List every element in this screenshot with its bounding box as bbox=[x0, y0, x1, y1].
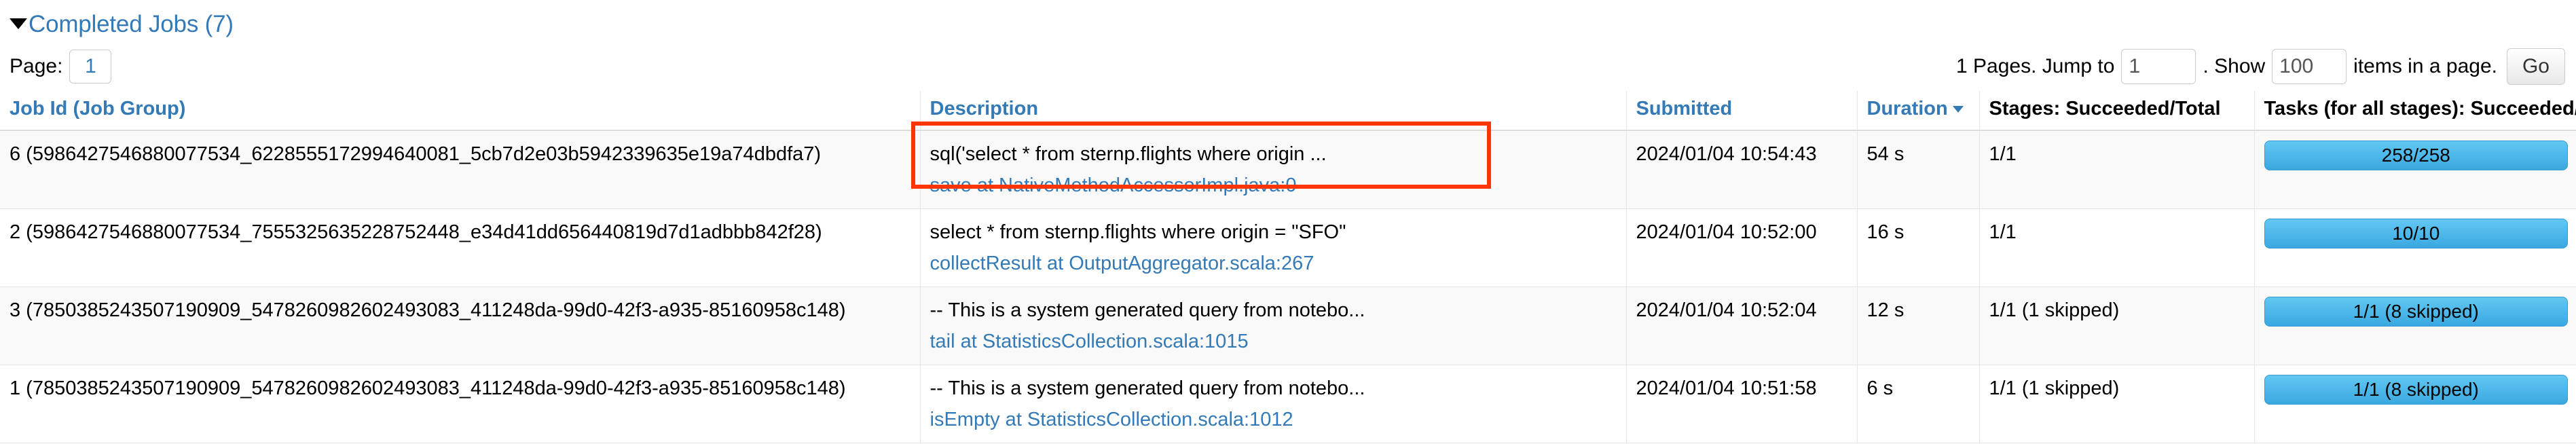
cell-stages: 1/1 (1 skipped) bbox=[1979, 365, 2254, 444]
description-link[interactable]: save at NativeMethodAccessorImpl.java:0 bbox=[930, 172, 1618, 199]
column-header-submitted[interactable]: Submitted bbox=[1625, 91, 1857, 131]
description-text: select * from sternp.flights where origi… bbox=[930, 221, 1346, 244]
cell-submitted: 2024/01/04 10:54:43 bbox=[1625, 130, 1857, 210]
show-label: . Show bbox=[2203, 55, 2266, 77]
items-per-page-input[interactable] bbox=[2272, 49, 2347, 84]
cell-description: sql('select * from sternp.flights where … bbox=[910, 122, 1626, 210]
column-header-stages: Stages: Succeeded/Total bbox=[1979, 91, 2254, 131]
cell-job-id: 2 (5986427546880077534_75553256352287524… bbox=[0, 208, 920, 288]
description-text: -- This is a system generated query from… bbox=[930, 299, 1365, 322]
tasks-progress-bar: 1/1 (8 skipped) bbox=[2264, 375, 2568, 405]
tasks-progress-bar: 1/1 (8 skipped) bbox=[2264, 297, 2568, 327]
caret-down-icon[interactable] bbox=[10, 18, 27, 29]
jump-to-page-input[interactable] bbox=[2121, 49, 2196, 84]
description-text: -- This is a system generated query from… bbox=[930, 377, 1365, 400]
table-header-row: Job Id (Job Group) Description Submitted… bbox=[0, 91, 2576, 131]
caret-down-icon bbox=[1952, 106, 1964, 113]
cell-tasks: 1/1 (8 skipped) bbox=[2253, 286, 2576, 366]
cell-job-id: 6 (5986427546880077534_62285551729946400… bbox=[0, 130, 920, 210]
column-header-duration[interactable]: Duration bbox=[1856, 91, 1979, 131]
page-title[interactable]: Completed Jobs (7) bbox=[29, 12, 234, 36]
cell-duration: 6 s bbox=[1856, 365, 1979, 444]
pagination-bar: Page: 1 1 Pages. Jump to . Show items in… bbox=[0, 42, 2576, 91]
column-header-description[interactable]: Description bbox=[919, 91, 1626, 131]
cell-stages: 1/1 bbox=[1979, 130, 2254, 210]
cell-submitted: 2024/01/04 10:52:04 bbox=[1625, 286, 1857, 366]
cell-stages: 1/1 (1 skipped) bbox=[1979, 286, 2254, 366]
cell-tasks: 10/10 bbox=[2253, 208, 2576, 288]
page-number-1-link[interactable]: 1 bbox=[69, 50, 112, 84]
table-row[interactable]: 2 (5986427546880077534_75553256352287524… bbox=[0, 208, 2576, 288]
total-pages-label: 1 Pages. Jump to bbox=[1955, 55, 2115, 77]
page-label: Page: bbox=[10, 55, 63, 77]
completed-jobs-table: Job Id (Job Group) Description Submitted… bbox=[0, 91, 2576, 444]
description-link[interactable]: tail at StatisticsCollection.scala:1015 bbox=[930, 328, 1618, 355]
tasks-progress-label: 1/1 (8 skipped) bbox=[2353, 379, 2479, 401]
cell-job-id: 3 (7850385243507190909_54782609826024930… bbox=[0, 286, 920, 366]
cell-job-id: 1 (7850385243507190909_54782609826024930… bbox=[0, 365, 920, 444]
cell-duration: 16 s bbox=[1856, 208, 1979, 288]
pagination-left-group: Page: 1 bbox=[10, 50, 112, 84]
cell-tasks: 1/1 (8 skipped) bbox=[2253, 365, 2576, 444]
cell-description: -- This is a system generated query from… bbox=[919, 365, 1626, 444]
tasks-progress-label: 258/258 bbox=[2381, 145, 2450, 166]
cell-duration: 12 s bbox=[1856, 286, 1979, 366]
tasks-progress-label: 1/1 (8 skipped) bbox=[2353, 301, 2479, 322]
cell-stages: 1/1 bbox=[1979, 208, 2254, 288]
table-row[interactable]: 6 (5986427546880077534_62285551729946400… bbox=[0, 122, 2576, 210]
description-link[interactable]: collectResult at OutputAggregator.scala:… bbox=[930, 250, 1618, 277]
table-row[interactable]: 3 (7850385243507190909_54782609826024930… bbox=[0, 286, 2576, 366]
go-button[interactable]: Go bbox=[2506, 48, 2565, 85]
table-row[interactable]: 1 (7850385243507190909_54782609826024930… bbox=[0, 365, 2576, 444]
tasks-progress-bar: 10/10 bbox=[2264, 219, 2568, 249]
items-in-page-label: items in a page. bbox=[2353, 55, 2497, 77]
cell-duration: 54 s bbox=[1856, 130, 1979, 210]
cell-description: -- This is a system generated query from… bbox=[919, 286, 1626, 366]
cell-description: select * from sternp.flights where origi… bbox=[919, 208, 1626, 288]
completed-jobs-section-header[interactable]: Completed Jobs (7) bbox=[0, 0, 2576, 42]
pagination-right-group: 1 Pages. Jump to . Show items in a page.… bbox=[1956, 48, 2565, 85]
tasks-progress-label: 10/10 bbox=[2392, 223, 2440, 244]
tasks-progress-bar: 258/258 bbox=[2264, 141, 2568, 170]
cell-tasks: 258/258 bbox=[2253, 130, 2576, 210]
table-body: 6 (5986427546880077534_62285551729946400… bbox=[0, 122, 2576, 444]
column-header-tasks: Tasks (for all stages): Succeeded/Total bbox=[2253, 91, 2576, 131]
column-header-duration-label: Duration bbox=[1866, 98, 1948, 119]
column-header-job-id[interactable]: Job Id (Job Group) bbox=[0, 91, 920, 131]
cell-submitted: 2024/01/04 10:52:00 bbox=[1625, 208, 1857, 288]
description-link[interactable]: isEmpty at StatisticsCollection.scala:10… bbox=[930, 406, 1618, 433]
description-text: sql('select * from sternp.flights where … bbox=[930, 143, 1327, 165]
cell-submitted: 2024/01/04 10:51:58 bbox=[1625, 365, 1857, 444]
